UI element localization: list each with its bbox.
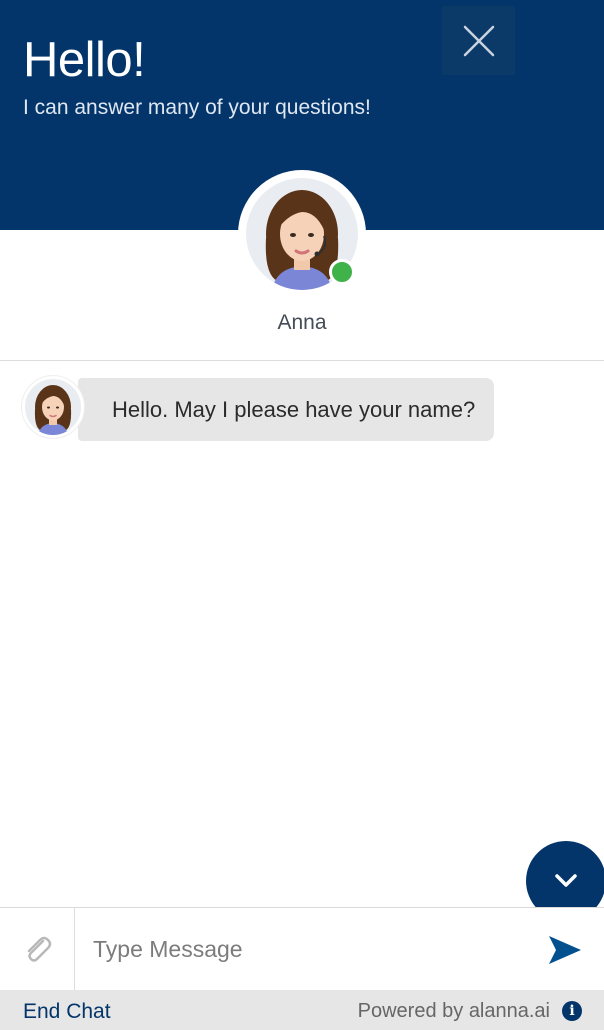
send-icon — [549, 936, 581, 964]
close-icon — [463, 25, 494, 56]
online-status-dot — [329, 259, 355, 285]
chat-footer: End Chat Powered by alanna.ai — [0, 990, 604, 1030]
powered-by-text: Powered by alanna.ai — [357, 1000, 550, 1022]
message-composer — [0, 907, 604, 990]
divider — [0, 360, 604, 361]
attach-button[interactable] — [0, 908, 75, 990]
message-avatar — [22, 376, 84, 438]
header-title: Hello! — [23, 33, 146, 87]
message-input[interactable] — [76, 909, 536, 989]
info-icon[interactable]: i — [562, 1001, 582, 1021]
paperclip-icon — [27, 936, 52, 962]
message-bubble: Hello. May I please have your name? — [78, 378, 495, 441]
agent-name: Anna — [277, 311, 327, 334]
agent-avatar — [238, 170, 366, 298]
end-chat-link[interactable]: End Chat — [23, 1000, 111, 1024]
close-button[interactable] — [442, 6, 515, 75]
header-subtitle: I can answer many of your questions! — [23, 96, 371, 119]
send-button[interactable] — [540, 928, 590, 972]
chevron-down-icon — [555, 874, 577, 887]
message-text: Hello. May I please have your name? — [112, 396, 476, 422]
